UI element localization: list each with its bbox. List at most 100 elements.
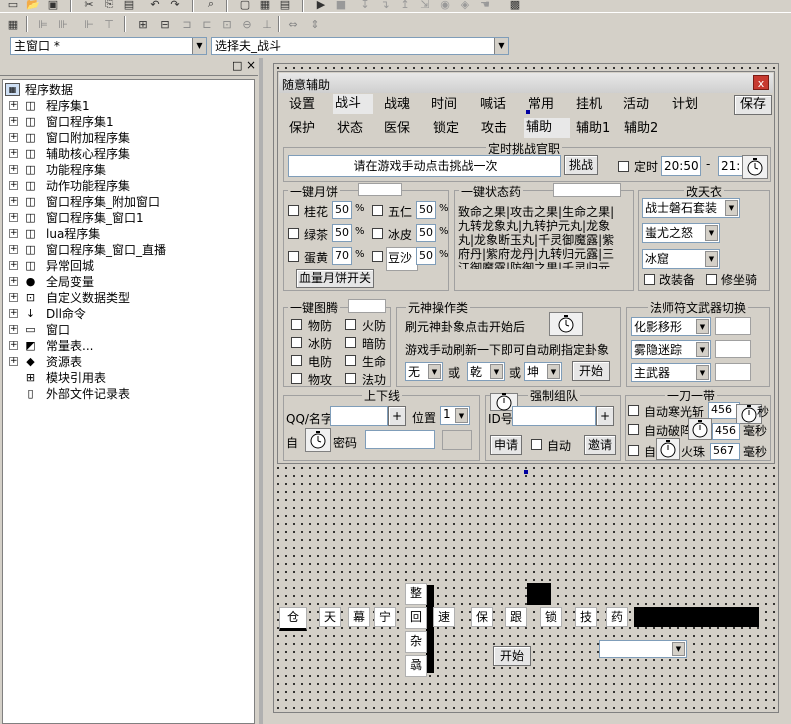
watch-icon[interactable]: ◈ [456,0,474,12]
chevron-down-icon[interactable]: ▼ [705,251,718,267]
auto-team-checkbox[interactable] [531,439,542,450]
spirit-start-button[interactable]: 开始 [572,361,610,381]
chevron-down-icon[interactable]: ▼ [696,319,709,334]
totem-checkbox[interactable] [345,373,356,384]
chevron-down-icon[interactable]: ▼ [455,408,468,423]
map-select[interactable]: 冰窟 ▼ [642,249,720,269]
break-formation-input[interactable]: 456 [712,423,740,440]
hexagram-select-1[interactable]: 无 ▼ [405,362,443,381]
tab-shout[interactable]: 喊话 [478,95,506,115]
expand-icon[interactable]: + [9,117,18,126]
chevron-down-icon[interactable]: ▼ [696,342,709,357]
form-window[interactable]: 随意辅助 x 设置 战斗 战魂 时间 喊话 常用 挂机 活动 计划 保存 保护 … [277,71,775,464]
canvas-button[interactable]: 幕 [348,607,370,627]
qq-input[interactable] [330,406,388,426]
mooncake-checkbox[interactable] [372,251,383,262]
expand-icon[interactable]: + [9,133,18,142]
same-size-icon[interactable]: ⊡ [218,16,236,32]
mooncake-percent-input[interactable]: 50 [416,224,436,242]
id-add-button[interactable]: + [596,406,614,426]
align-top-icon[interactable]: ⊤ [100,16,118,32]
second-input[interactable]: 21: [718,156,744,176]
rune-select-2[interactable]: 雾隐迷踪 ▼ [631,340,711,359]
program-tree[interactable]: ▦ 程序数据 + ◫ 程序集1 + ◫ 窗口程序集1 + ◫ 窗口附加程序集 + ◫ 辅助核心程序集 +… [2,79,255,724]
totem-checkbox[interactable] [291,337,302,348]
expand-icon[interactable]: + [9,293,18,302]
change-equip-checkbox[interactable] [644,274,655,285]
hexagram-select-3[interactable]: 坤 ▼ [524,362,562,381]
expand-icon[interactable]: + [9,197,18,206]
align-left-icon[interactable]: ⊫ [34,16,52,32]
tab-settings[interactable]: 设置 [287,95,315,115]
save-icon[interactable]: ▣ [44,0,62,12]
break-formation-checkbox[interactable] [628,424,639,435]
tab-protect[interactable]: 保护 [287,119,315,139]
totem-checkbox[interactable] [345,355,356,366]
chevron-down-icon[interactable]: ▼ [494,38,508,54]
splitter[interactable] [259,58,263,724]
blood-mooncake-toggle-button[interactable]: 血量月饼开关 [296,269,374,288]
canvas-button[interactable]: 锁 [540,607,562,627]
chevron-down-icon[interactable]: ▼ [547,364,560,379]
same-height-icon[interactable]: ⊏ [198,16,216,32]
fire-orb-checkbox[interactable] [628,445,639,456]
mooncake-checkbox[interactable] [288,205,299,216]
rune-select-1[interactable]: 化影移形 ▼ [631,317,711,336]
canvas-button[interactable]: 技 [575,607,597,627]
challenge-button[interactable]: 挑战 [564,155,598,175]
tab-assist-1[interactable]: 辅助1 [574,119,610,139]
suit-select[interactable]: 战士磐石套装 ▼ [642,198,740,218]
expand-icon[interactable]: + [9,341,18,350]
tab-assist-2[interactable]: 辅助2 [622,119,658,139]
align-center-icon[interactable]: ⊪ [54,16,72,32]
expand-icon[interactable]: + [9,101,18,110]
mooncake-checkbox[interactable] [372,228,383,239]
undo-icon[interactable]: ↶ [146,0,164,12]
canvas-button[interactable]: 药 [606,607,628,627]
chevron-down-icon[interactable]: ▼ [705,225,718,241]
preview-icon[interactable]: ⌕ [202,0,220,12]
chevron-down-icon[interactable]: ▼ [696,365,709,380]
hexagram-select-2[interactable]: 乾 ▼ [467,362,505,381]
qq-add-button[interactable]: + [388,406,406,426]
expand-icon[interactable]: + [9,325,18,334]
rune-blank-field-2[interactable] [715,340,751,358]
id-input[interactable] [512,406,596,426]
canvas-button[interactable]: 宁 [374,607,396,627]
expand-icon[interactable]: + [9,277,18,286]
chevron-down-icon[interactable]: ▼ [490,364,503,379]
tab-plan[interactable]: 计划 [670,95,698,115]
frame-icon[interactable]: ▢ [236,0,254,12]
center-h-icon[interactable]: ⊞ [134,16,152,32]
space-v-icon[interactable]: ⇕ [306,16,324,32]
save-button[interactable]: 保存 [734,95,772,115]
space-h-icon[interactable]: ⇔ [284,16,302,32]
rune-blank-field-1[interactable] [715,317,751,335]
cut-icon[interactable]: ✂ [80,0,98,12]
close-icon[interactable]: x [753,75,769,90]
password-input[interactable] [365,430,435,449]
canvas-button[interactable]: 速 [433,607,455,627]
totem-checkbox[interactable] [291,373,302,384]
mooncake-blank-field[interactable] [358,183,402,196]
cold-slash-checkbox[interactable] [628,405,639,416]
copy-icon[interactable]: ⎘ [100,0,118,12]
totem-checkbox[interactable] [345,319,356,330]
canvas-start-button[interactable]: 开始 [493,646,531,666]
close-icon[interactable]: × [246,58,256,72]
expand-icon[interactable]: + [9,229,18,238]
expand-icon[interactable]: + [9,245,18,254]
tab-lock[interactable]: 锁定 [431,119,459,139]
pin-icon[interactable]: □ [232,59,242,72]
vertical-tab-button[interactable]: 整 [405,583,427,605]
vertical-tab-button[interactable]: 回 [405,607,427,629]
expand-icon[interactable]: + [9,261,18,270]
debug-icon[interactable]: ▩ [506,0,524,12]
vertical-tab-button[interactable]: 骉 [405,655,427,677]
time-input[interactable]: 20:50 [661,156,701,176]
canvas-button[interactable]: 保 [471,607,493,627]
fire-orb-input[interactable]: 567 [710,443,740,460]
status-potion-blank-field[interactable] [553,183,621,197]
same-width-icon[interactable]: ⊐ [178,16,196,32]
hand-icon[interactable]: ☚ [476,0,494,12]
